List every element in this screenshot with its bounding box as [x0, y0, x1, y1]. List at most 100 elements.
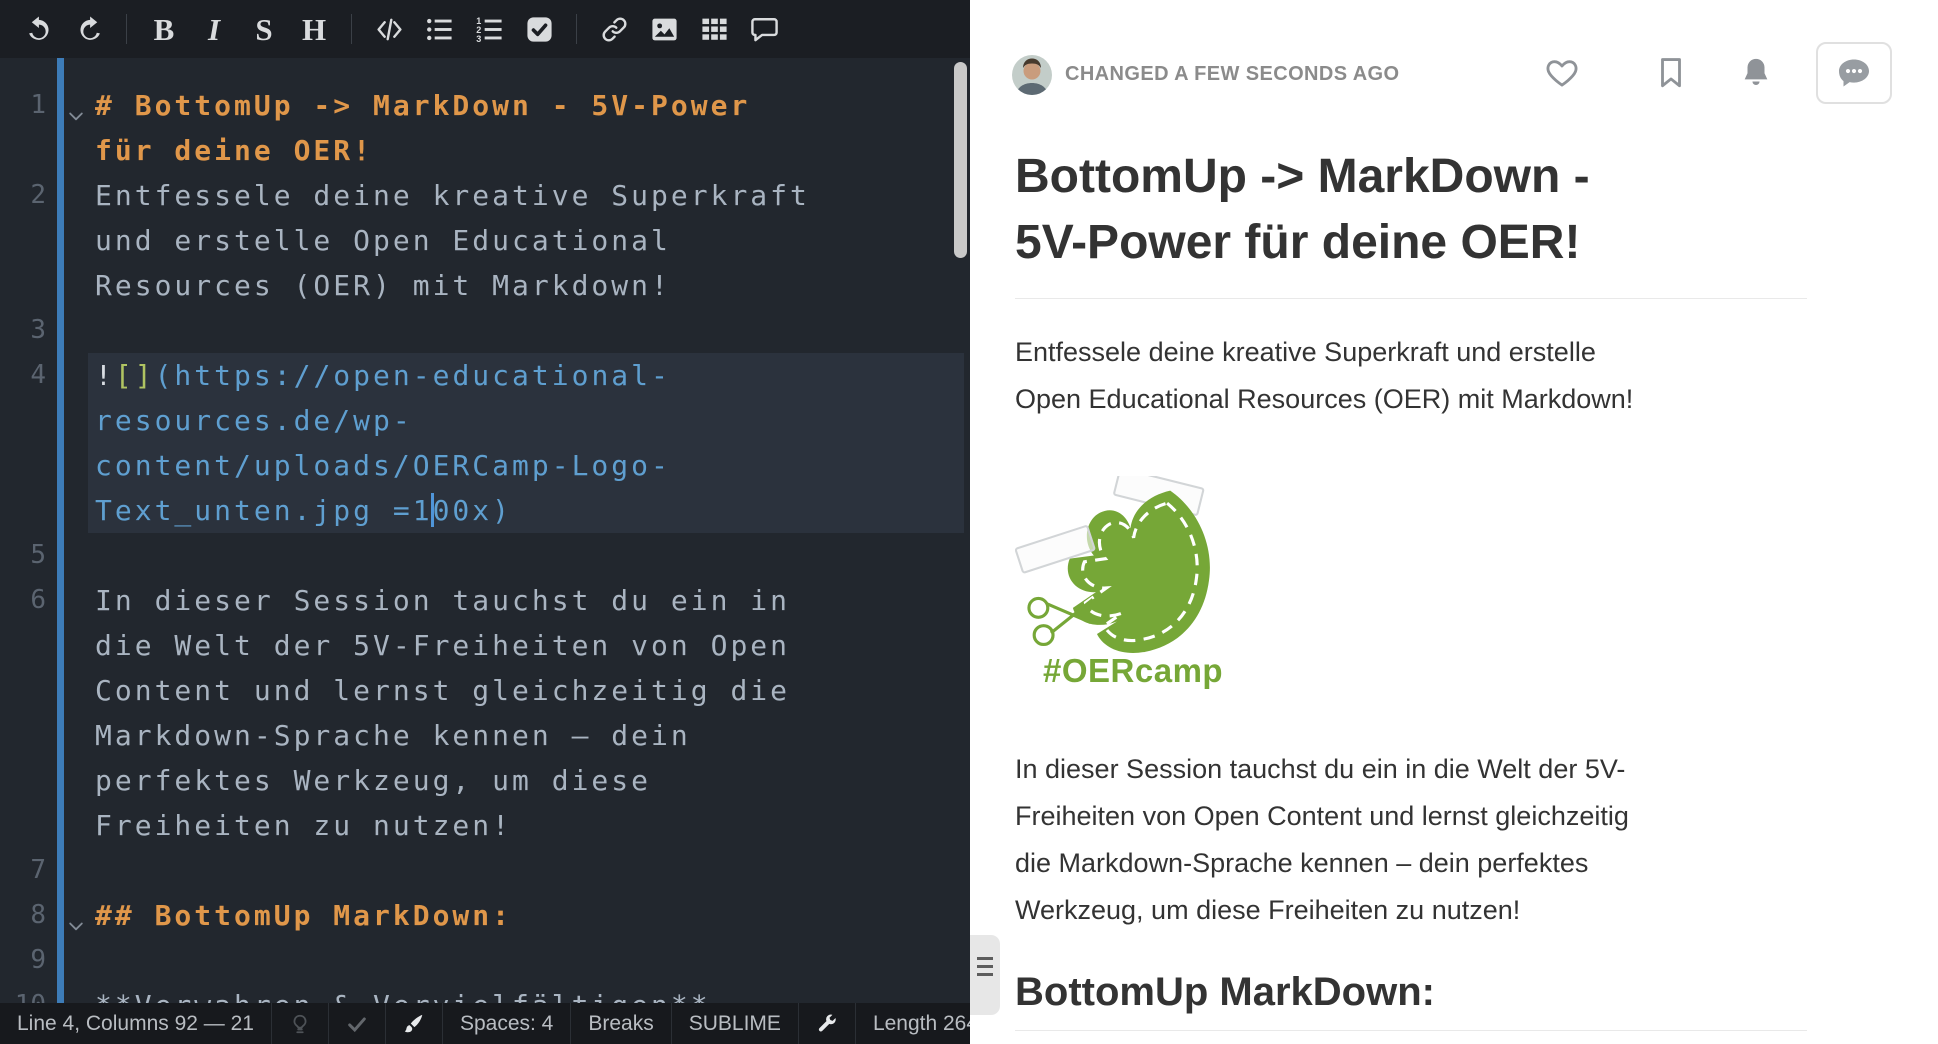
bell-icon: [1739, 56, 1773, 90]
statusbar-cursor-position[interactable]: Line 4, Columns 92 — 21: [0, 1003, 272, 1044]
italic-icon: I: [208, 14, 220, 45]
toolbar: BI SH 123: [0, 0, 970, 58]
comment-dots-icon: [1836, 55, 1872, 91]
svg-text:3: 3: [476, 34, 481, 44]
doc-length-label: Length 2644: [873, 1012, 970, 1036]
doc-paragraph-2: In dieser Session tauchst du ein in die …: [1015, 746, 1807, 934]
code-editor[interactable]: 1# BottomUp -> MarkDown - 5V-Powerfür de…: [0, 58, 970, 1044]
comments-panel-button[interactable]: [1816, 42, 1892, 104]
keymap-label: SUBLIME: [689, 1012, 781, 1036]
statusbar-doc-length[interactable]: Length 2644: [856, 1003, 970, 1044]
toolbar-separator: [351, 14, 352, 44]
editor-pane: BI SH 123 1# BottomUp -> MarkDown - 5V-Pow…: [0, 0, 970, 1044]
toolbar-italic-button[interactable]: I: [191, 7, 237, 51]
toolbar-undo-button[interactable]: [16, 7, 62, 51]
like-button[interactable]: [1545, 56, 1579, 90]
line-number: 5: [0, 533, 46, 578]
oercamp-flame-graphic: [1015, 476, 1225, 656]
editor-line[interactable]: 8## BottomUp MarkDown:: [0, 893, 970, 938]
toolbar-strikethrough-button[interactable]: S: [241, 7, 287, 51]
notifications-button[interactable]: [1739, 56, 1773, 90]
editor-line[interactable]: Content und lernst gleichzeitig die: [0, 668, 970, 713]
line-number: 9: [0, 938, 46, 983]
toolbar-unordered-list-button[interactable]: [416, 7, 462, 51]
check-list-icon: [525, 15, 554, 44]
toolbar-code-button[interactable]: [366, 7, 412, 51]
statusbar-keymap[interactable]: SUBLIME: [672, 1003, 799, 1044]
fold-chevron-down-icon[interactable]: [66, 94, 86, 139]
doc-heading-2: BottomUp MarkDown:: [1015, 968, 1807, 1031]
statusbar-indent-type[interactable]: Spaces: 4: [443, 1003, 571, 1044]
editor-line[interactable]: für deine OER!: [0, 128, 970, 173]
line-number: 7: [0, 848, 46, 893]
editor-line[interactable]: 7: [0, 848, 970, 893]
oercamp-logo-image: #OERcamp: [1015, 476, 1225, 690]
toolbar-bold-button[interactable]: B: [141, 7, 187, 51]
doc-paragraph-1: Entfessele deine kreative Superkraft und…: [1015, 329, 1807, 423]
statusbar-spellcheck[interactable]: [329, 1003, 386, 1044]
line-number: 6: [0, 578, 46, 623]
redo-icon: [75, 15, 104, 44]
grip-lines-icon: [977, 957, 993, 981]
editor-line[interactable]: Text_unten.jpg =100x): [0, 488, 970, 533]
cursor-position-label: Line 4, Columns 92 — 21: [17, 1012, 254, 1036]
bookmark-icon: [1654, 56, 1688, 90]
bookmark-button[interactable]: [1654, 56, 1688, 90]
image-icon: [650, 15, 679, 44]
line-number: 1: [0, 83, 46, 128]
wrench-icon: [816, 1013, 838, 1035]
toolbar-table-button[interactable]: [691, 7, 737, 51]
editor-line[interactable]: 4![](https://open-educational-: [0, 353, 970, 398]
editor-line[interactable]: perfektes Werkzeug, um diese: [0, 758, 970, 803]
toolbar-comment-button[interactable]: [741, 7, 787, 51]
heading-icon: H: [302, 14, 326, 45]
toolbar-image-button[interactable]: [641, 7, 687, 51]
toolbar-link-button[interactable]: [591, 7, 637, 51]
editor-line[interactable]: 5: [0, 533, 970, 578]
editor-line[interactable]: 6In dieser Session tauchst du ein in: [0, 578, 970, 623]
editor-line[interactable]: resources.de/wp-: [0, 398, 970, 443]
doc-title: BottomUp -> MarkDown -5V-Power für deine…: [1015, 144, 1807, 299]
preview-pane: CHANGED A FEW SECONDS AGO BottomUp -> Ma…: [970, 0, 1938, 1044]
editor-line[interactable]: 9: [0, 938, 970, 983]
toolbar-separator: [126, 14, 127, 44]
oercamp-logo-caption: #OERcamp: [1043, 652, 1225, 690]
status-bar: Line 4, Columns 92 — 21 Spaces: 4Breaks SU…: [0, 1003, 970, 1044]
pane-resize-grip[interactable]: [970, 935, 1000, 1015]
editor-line[interactable]: Resources (OER) mit Markdown!: [0, 263, 970, 308]
statusbar-linebreaks[interactable]: Breaks: [571, 1003, 671, 1044]
editor-rows: 1# BottomUp -> MarkDown - 5V-Powerfür de…: [0, 58, 970, 1028]
toolbar-heading-button[interactable]: H: [291, 7, 337, 51]
statusbar-theme[interactable]: [386, 1003, 443, 1044]
editor-line[interactable]: die Welt der 5V-Freiheiten von Open: [0, 623, 970, 668]
toolbar-separator: [576, 14, 577, 44]
statusbar-night-mode[interactable]: [272, 1003, 329, 1044]
editor-line[interactable]: Markdown-Sprache kennen – dein: [0, 713, 970, 758]
rendered-document: BottomUp -> MarkDown -5V-Power für deine…: [1015, 118, 1807, 1031]
line-number: 4: [0, 353, 46, 398]
toolbar-check-list-button[interactable]: [516, 7, 562, 51]
line-number: 3: [0, 308, 46, 353]
comment-icon: [750, 15, 779, 44]
strikethrough-icon: S: [255, 14, 272, 45]
editor-line[interactable]: content/uploads/OERCamp-Logo-: [0, 443, 970, 488]
toolbar-ordered-list-button[interactable]: 123: [466, 7, 512, 51]
editor-line[interactable]: 2Entfessele deine kreative Superkraft: [0, 173, 970, 218]
fold-chevron-down-icon[interactable]: [66, 904, 86, 949]
editor-scrollbar[interactable]: [954, 62, 967, 258]
ordered-list-icon: 123: [475, 15, 504, 44]
undo-icon: [25, 15, 54, 44]
changed-status: CHANGED A FEW SECONDS AGO: [1065, 63, 1399, 86]
avatar[interactable]: [1012, 55, 1052, 95]
toolbar-redo-button[interactable]: [66, 7, 112, 51]
editor-line[interactable]: und erstelle Open Educational: [0, 218, 970, 263]
editor-line[interactable]: 3: [0, 308, 970, 353]
unordered-list-icon: [425, 15, 454, 44]
editor-line[interactable]: Freiheiten zu nutzen!: [0, 803, 970, 848]
statusbar-preferences[interactable]: [799, 1003, 856, 1044]
editor-line[interactable]: 1# BottomUp -> MarkDown - 5V-Power: [0, 83, 970, 128]
scissors-icon: [1029, 598, 1093, 644]
paintbrush-icon: [403, 1013, 425, 1035]
link-icon: [600, 15, 629, 44]
gutter-accent-bar: [57, 58, 64, 1044]
